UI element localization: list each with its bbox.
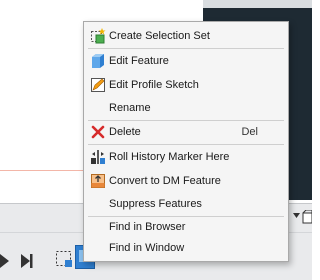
menu-item-label: Find in Browser xyxy=(109,221,186,233)
context-menu: Create Selection Set Edit Feature Edit P… xyxy=(83,21,289,262)
menu-item-label: Rename xyxy=(109,102,151,114)
menu-item-label: Delete xyxy=(109,126,141,138)
shortcut-label: Del xyxy=(241,126,258,138)
menu-item-find-in-window[interactable]: Find in Window xyxy=(84,237,288,259)
menu-item-label: Convert to DM Feature xyxy=(109,175,221,187)
selection-feature-icon[interactable] xyxy=(55,249,73,269)
menu-separator xyxy=(88,48,284,49)
menu-item-label: Suppress Features xyxy=(109,198,202,210)
roll-marker-icon xyxy=(91,150,105,164)
play-icon[interactable] xyxy=(0,250,12,272)
edit-sketch-icon xyxy=(91,78,105,92)
menu-item-find-in-browser[interactable]: Find in Browser xyxy=(84,216,288,238)
selection-set-icon xyxy=(91,28,106,44)
edit-feature-icon xyxy=(92,54,104,68)
menu-item-label: Edit Profile Sketch xyxy=(109,79,199,91)
menu-item-label: Edit Feature xyxy=(109,55,169,67)
menu-item-edit-profile-sketch[interactable]: Edit Profile Sketch xyxy=(84,74,288,96)
view-cube-icon[interactable] xyxy=(302,210,312,224)
viewport-top-bar xyxy=(203,0,312,8)
dropdown-arrow-icon[interactable] xyxy=(293,212,301,220)
menu-item-edit-feature[interactable]: Edit Feature xyxy=(84,50,288,72)
menu-item-roll-history-marker[interactable]: Roll History Marker Here xyxy=(84,146,288,168)
step-end-icon[interactable] xyxy=(20,252,34,270)
menu-item-rename[interactable]: Rename xyxy=(84,97,288,119)
convert-dm-icon xyxy=(91,174,105,188)
menu-item-convert-to-dm[interactable]: Convert to DM Feature xyxy=(84,170,288,192)
menu-item-label: Find in Window xyxy=(109,242,185,254)
menu-item-suppress-features[interactable]: Suppress Features xyxy=(84,193,288,215)
delete-x-icon xyxy=(91,125,105,139)
menu-item-label: Roll History Marker Here xyxy=(109,151,230,163)
menu-item-label: Create Selection Set xyxy=(109,30,210,42)
menu-separator xyxy=(88,144,284,145)
sketch-line xyxy=(0,170,92,171)
menu-item-create-selection-set[interactable]: Create Selection Set xyxy=(84,25,288,47)
menu-item-delete[interactable]: Delete Del xyxy=(84,121,288,143)
